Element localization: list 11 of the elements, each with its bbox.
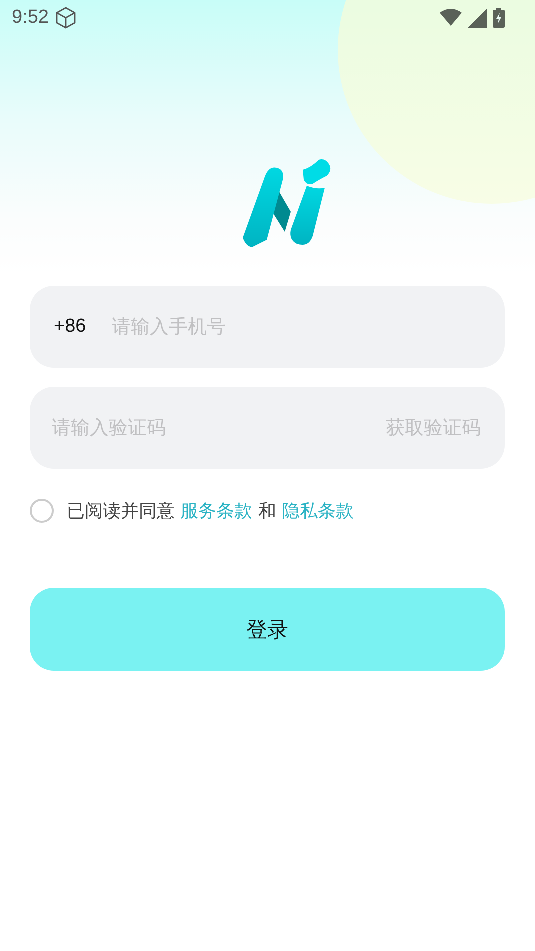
login-button[interactable]: 登录 (30, 588, 505, 671)
agreement-checkbox[interactable] (30, 499, 54, 523)
signal-icon (468, 8, 487, 28)
service-terms-link[interactable]: 服务条款 (180, 501, 253, 522)
privacy-terms-link[interactable]: 隐私条款 (282, 501, 354, 522)
status-time: 9:52 (12, 7, 49, 29)
battery-icon (493, 8, 505, 28)
wifi-icon (440, 9, 462, 27)
agreement-text: 已阅读并同意 服务条款 和 隐私条款 (67, 500, 354, 523)
country-code[interactable]: +86 (54, 316, 86, 338)
cube-icon (54, 6, 77, 30)
